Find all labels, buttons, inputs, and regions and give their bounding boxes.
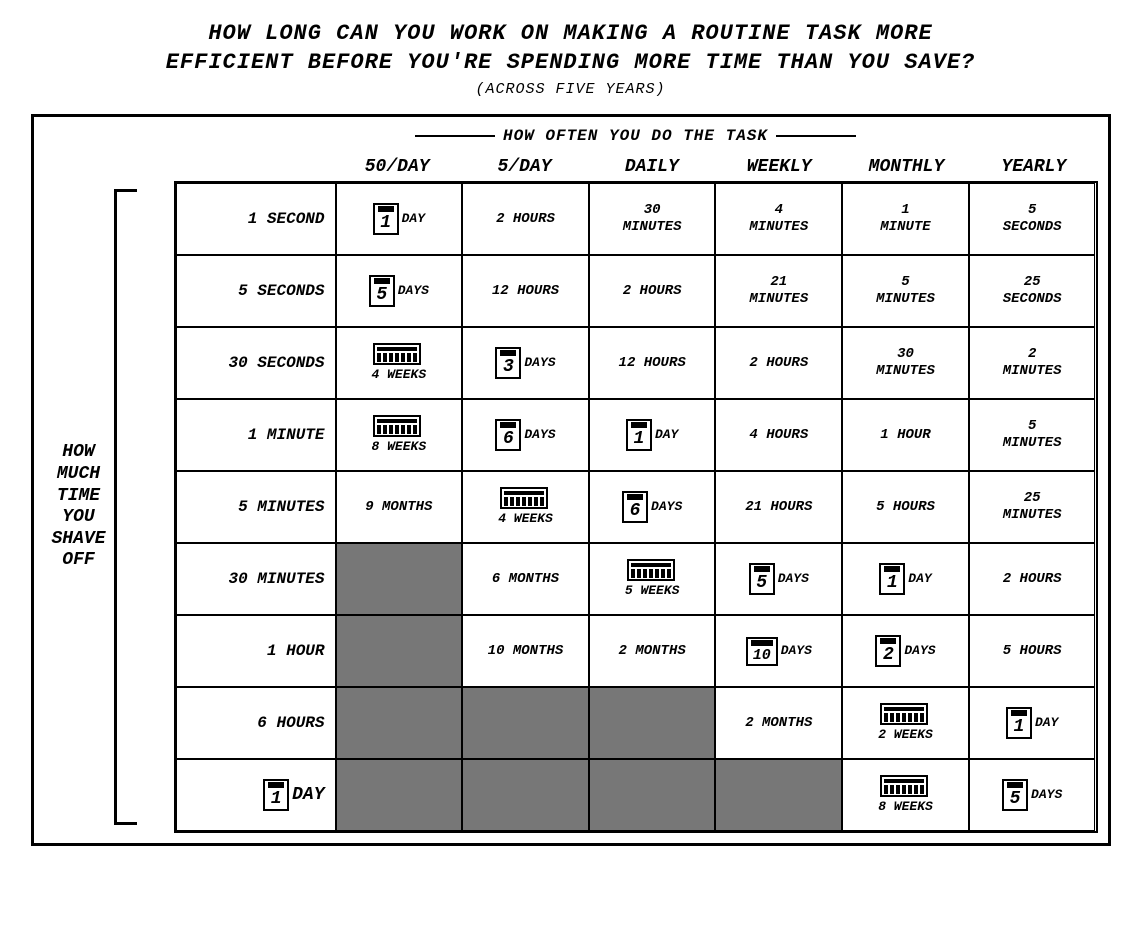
chart-border: HOW OFTEN YOU DO THE TASK 50/DAY 5/DAY D… (31, 114, 1111, 846)
cell-r7-c1 (462, 687, 589, 759)
cell-r5-c0 (336, 543, 463, 615)
cell-r2-c2: 12 HOURS (589, 327, 716, 399)
cell-r5-c4: 1DAY (842, 543, 969, 615)
cell-r1-c3: 21MINUTES (715, 255, 842, 327)
cell-r5-c1: 6 MONTHS (462, 543, 589, 615)
cell-r4-c3: 21 HOURS (715, 471, 842, 543)
cell-r7-c4: 2 WEEKS (842, 687, 969, 759)
cell-r1-c2: 2 HOURS (589, 255, 716, 327)
cell-r2-c0: 4 WEEKS (336, 327, 463, 399)
cell-r6-c5: 5 HOURS (969, 615, 1096, 687)
how-often-label: HOW OFTEN YOU DO THE TASK (415, 127, 856, 145)
cell-r3-c3: 4 HOURS (715, 399, 842, 471)
cell-r7-c2 (589, 687, 716, 759)
row-label-6: 1 HOUR (176, 615, 336, 687)
cell-r6-c3: 10DAYS (715, 615, 842, 687)
cell-r4-c0: 9 MONTHS (336, 471, 463, 543)
col-header-3: WEEKLY (716, 153, 843, 181)
row-label-4: 5 MINUTES (176, 471, 336, 543)
col-header-0: 50/DAY (334, 153, 461, 181)
main-title: HOW LONG CAN YOU WORK ON MAKING A ROUTIN… (166, 20, 976, 77)
row-label-3: 1 MINUTE (176, 399, 336, 471)
cell-r5-c3: 5DAYS (715, 543, 842, 615)
cell-r2-c5: 2MINUTES (969, 327, 1096, 399)
cell-r0-c2: 30MINUTES (589, 183, 716, 255)
cell-r3-c2: 1DAY (589, 399, 716, 471)
cell-r6-c1: 10 MONTHS (462, 615, 589, 687)
cell-r1-c1: 12 HOURS (462, 255, 589, 327)
cell-r0-c1: 2 HOURS (462, 183, 589, 255)
col-header-4: MONTHLY (843, 153, 970, 181)
row-label-5: 30 MINUTES (176, 543, 336, 615)
cell-r8-c0 (336, 759, 463, 831)
how-often-label-area: HOW OFTEN YOU DO THE TASK (174, 127, 1098, 145)
cell-r4-c2: 6DAYS (589, 471, 716, 543)
cell-r7-c3: 2 MONTHS (715, 687, 842, 759)
left-axis-label: HOWMUCHTIMEYOUSHAVEOFF (51, 442, 105, 572)
cell-r6-c0 (336, 615, 463, 687)
cell-r1-c5: 25SECONDS (969, 255, 1096, 327)
cell-r7-c5: 1DAY (969, 687, 1096, 759)
cell-r2-c1: 3DAYS (462, 327, 589, 399)
row-label-1: 5 SECONDS (176, 255, 336, 327)
cell-r8-c1 (462, 759, 589, 831)
cell-r3-c4: 1 HOUR (842, 399, 969, 471)
cell-r1-c4: 5MINUTES (842, 255, 969, 327)
cell-r0-c0: 1DAY (336, 183, 463, 255)
row-label-8: 1DAY (176, 759, 336, 831)
cell-r3-c1: 6DAYS (462, 399, 589, 471)
col-header-5: YEARLY (970, 153, 1097, 181)
cell-r1-c0: 5DAYS (336, 255, 463, 327)
cell-r8-c5: 5DAYS (969, 759, 1096, 831)
cell-r5-c5: 2 HOURS (969, 543, 1096, 615)
cell-r3-c0: 8 WEEKS (336, 399, 463, 471)
cell-r5-c2: 5 WEEKS (589, 543, 716, 615)
cell-r4-c1: 4 WEEKS (462, 471, 589, 543)
row-label-7: 6 HOURS (176, 687, 336, 759)
col-header-1: 5/DAY (461, 153, 588, 181)
col-header-2: DAILY (588, 153, 715, 181)
cell-r0-c5: 5SECONDS (969, 183, 1096, 255)
row-label-2: 30 SECONDS (176, 327, 336, 399)
cell-r2-c4: 30MINUTES (842, 327, 969, 399)
cell-r8-c4: 8 WEEKS (842, 759, 969, 831)
cell-r0-c4: 1MINUTE (842, 183, 969, 255)
row-label-0: 1 SECOND (176, 183, 336, 255)
cell-r7-c0 (336, 687, 463, 759)
cell-r3-c5: 5MINUTES (969, 399, 1096, 471)
grid-table: 1 SECOND1DAY2 HOURS30MINUTES4MINUTES1MIN… (174, 181, 1098, 833)
cell-r0-c3: 4MINUTES (715, 183, 842, 255)
cell-r2-c3: 2 HOURS (715, 327, 842, 399)
cell-r4-c5: 25MINUTES (969, 471, 1096, 543)
subtitle: (ACROSS FIVE YEARS) (475, 81, 665, 98)
cell-r6-c4: 2DAYS (842, 615, 969, 687)
col-headers: 50/DAY 5/DAY DAILY WEEKLY MONTHLY YEARLY (174, 153, 1098, 181)
cell-r8-c3 (715, 759, 842, 831)
page-wrapper: HOW LONG CAN YOU WORK ON MAKING A ROUTIN… (0, 0, 1141, 927)
cell-r6-c2: 2 MONTHS (589, 615, 716, 687)
cell-r8-c2 (589, 759, 716, 831)
cell-r4-c4: 5 HOURS (842, 471, 969, 543)
